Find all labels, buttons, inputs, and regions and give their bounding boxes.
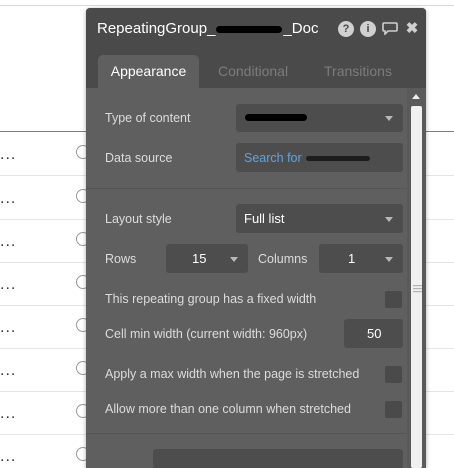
panel-title-suffix: _Doc bbox=[283, 20, 319, 37]
redacted-text bbox=[216, 25, 283, 33]
cell-min-width-value: 50 bbox=[367, 326, 382, 341]
section-divider bbox=[86, 188, 407, 189]
tab-appearance[interactable]: Appearance bbox=[98, 55, 199, 88]
grip-icon: — — — bbox=[413, 280, 422, 296]
tab-transitions[interactable]: Transitions bbox=[322, 55, 394, 88]
redacted-text bbox=[306, 156, 371, 162]
scrollbar-thumb[interactable]: — — — bbox=[411, 106, 422, 468]
close-icon[interactable]: ✖ bbox=[404, 21, 420, 37]
tab-bar: Appearance Conditional Transitions bbox=[86, 53, 426, 88]
max-width-label: Apply a max width when the page is stret… bbox=[105, 367, 360, 381]
panel-header[interactable]: RepeatingGroup_ _Doc ? i ✖ bbox=[86, 8, 426, 53]
row-ellipsis: ... bbox=[0, 319, 17, 336]
data-source-label: Data source bbox=[105, 151, 173, 165]
columns-label: Columns bbox=[258, 252, 308, 266]
chevron-down-icon bbox=[385, 116, 393, 121]
layout-style-dropdown[interactable]: Full list bbox=[236, 204, 403, 233]
header-icons: ? i ✖ bbox=[338, 21, 420, 37]
rows-value: 15 bbox=[192, 251, 207, 266]
property-editor-panel: RepeatingGroup_ _Doc ? i ✖ Appearance Con… bbox=[86, 8, 426, 468]
layout-style-label: Layout style bbox=[105, 212, 172, 226]
row-ellipsis: ... bbox=[0, 276, 17, 293]
row-ellipsis: ... bbox=[0, 405, 17, 422]
max-width-checkbox[interactable] bbox=[385, 366, 402, 383]
row-ellipsis: ... bbox=[0, 448, 17, 465]
comment-icon[interactable] bbox=[382, 21, 398, 37]
info-icon[interactable]: i bbox=[360, 21, 376, 37]
data-source-value: Search for bbox=[244, 151, 306, 165]
row-ellipsis: ... bbox=[0, 233, 17, 250]
multi-column-checkbox[interactable] bbox=[385, 401, 402, 418]
chevron-down-icon bbox=[385, 216, 393, 222]
fixed-width-checkbox[interactable] bbox=[385, 291, 402, 308]
redacted-text bbox=[245, 114, 307, 122]
chevron-down-icon bbox=[230, 256, 238, 262]
section-divider bbox=[86, 433, 407, 434]
type-of-content-dropdown[interactable] bbox=[236, 104, 403, 132]
layout-style-value: Full list bbox=[244, 211, 285, 226]
row-ellipsis: ... bbox=[0, 146, 17, 163]
top-divider bbox=[0, 5, 454, 6]
fixed-width-label: This repeating group has a fixed width bbox=[105, 292, 317, 306]
rows-dropdown[interactable]: 15 bbox=[166, 244, 248, 273]
scroll-up-icon[interactable] bbox=[412, 94, 420, 99]
help-icon[interactable]: ? bbox=[338, 21, 354, 37]
panel-scrollbar[interactable]: — — — bbox=[407, 88, 426, 468]
tab-conditional[interactable]: Conditional bbox=[218, 55, 288, 88]
columns-dropdown[interactable]: 1 bbox=[319, 244, 403, 273]
partial-field[interactable] bbox=[153, 449, 403, 468]
columns-value: 1 bbox=[348, 251, 356, 266]
data-source-field[interactable]: Search for bbox=[236, 143, 403, 172]
multi-column-label: Allow more than one column when stretche… bbox=[105, 402, 351, 416]
type-of-content-label: Type of content bbox=[105, 111, 191, 125]
chevron-down-icon bbox=[385, 256, 393, 262]
panel-title: RepeatingGroup_ _Doc bbox=[97, 20, 318, 37]
cell-min-width-input[interactable]: 50 bbox=[344, 319, 403, 348]
rows-label: Rows bbox=[105, 252, 137, 266]
row-ellipsis: ... bbox=[0, 190, 17, 207]
panel-title-prefix: RepeatingGroup_ bbox=[97, 20, 216, 37]
row-ellipsis: ... bbox=[0, 362, 17, 379]
cell-min-width-label: Cell min width (current width: 960px) bbox=[105, 327, 308, 341]
